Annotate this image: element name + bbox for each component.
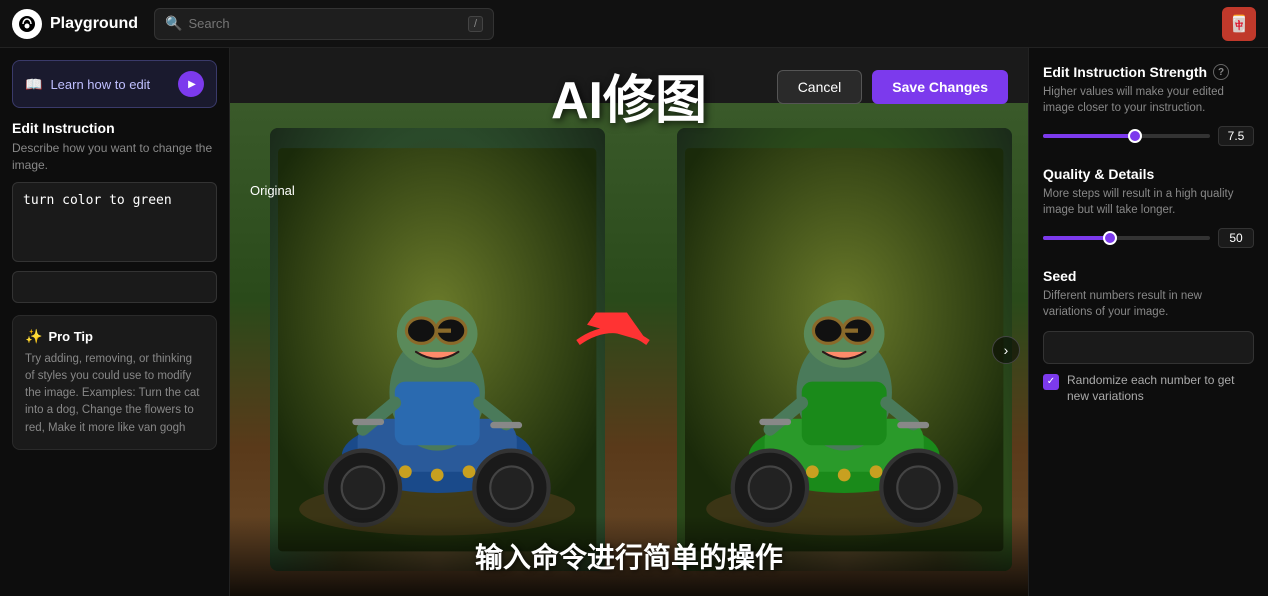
- seed-input[interactable]: [1043, 331, 1254, 364]
- btn-group: Cancel Save Changes: [777, 70, 1008, 104]
- chevron-right-button[interactable]: ›: [992, 336, 1020, 364]
- learn-btn-left: 📖 Learn how to edit: [25, 76, 150, 93]
- search-icon: 🔍: [165, 15, 182, 32]
- randomize-checkbox[interactable]: ✓: [1043, 374, 1059, 390]
- bottom-chinese-text: 输入命令进行简单的操作: [475, 542, 783, 573]
- avatar-button[interactable]: 🀄: [1222, 7, 1256, 41]
- image-container: Original: [230, 103, 1028, 596]
- instruction-textarea[interactable]: turn color to green: [12, 182, 217, 262]
- pro-tip-title: ✨ Pro Tip: [25, 328, 204, 345]
- pro-tip-box: ✨ Pro Tip Try adding, removing, or think…: [12, 315, 217, 450]
- seed-title: Seed: [1043, 268, 1254, 284]
- quality-slider-thumb[interactable]: [1103, 231, 1117, 245]
- save-changes-button[interactable]: Save Changes: [872, 70, 1008, 104]
- quality-slider-fill: [1043, 236, 1110, 240]
- cancel-button[interactable]: Cancel: [777, 70, 863, 104]
- strength-desc: Higher values will make your edited imag…: [1043, 84, 1254, 116]
- original-label: Original: [250, 183, 295, 198]
- frog-blue-scene: [270, 128, 605, 572]
- search-bar[interactable]: 🔍 /: [154, 8, 494, 40]
- edit-instruction-title: Edit Instruction: [12, 120, 217, 136]
- quality-title: Quality & Details: [1043, 166, 1254, 182]
- seed-desc: Different numbers result in new variatio…: [1043, 288, 1254, 320]
- strength-value: 7.5: [1218, 126, 1254, 146]
- edit-instruction-section: Edit Instruction Describe how you want t…: [12, 120, 217, 303]
- strength-slider-container: 7.5: [1043, 126, 1254, 146]
- learn-how-to-edit-button[interactable]: 📖 Learn how to edit ▶: [12, 60, 217, 108]
- right-sidebar: Edit Instruction Strength ? Higher value…: [1028, 48, 1268, 596]
- logo-area: Playground: [12, 9, 138, 39]
- strength-slider-fill: [1043, 134, 1135, 138]
- main-layout: 📖 Learn how to edit ▶ Edit Instruction D…: [0, 48, 1268, 596]
- strength-info-icon[interactable]: ?: [1213, 64, 1229, 80]
- bike-right-image: [677, 128, 1012, 572]
- search-input[interactable]: [188, 16, 462, 31]
- quality-slider-track[interactable]: [1043, 236, 1210, 240]
- seed-section: Seed Different numbers result in new var…: [1043, 268, 1254, 405]
- edit-instruction-desc: Describe how you want to change the imag…: [12, 140, 217, 174]
- bottom-overlay: 输入命令进行简单的操作: [230, 516, 1028, 596]
- learn-btn-label: Learn how to edit: [50, 77, 150, 92]
- bike-left-image: [270, 128, 605, 572]
- topnav: Playground 🔍 / 🀄: [0, 0, 1268, 48]
- star-icon: ✨: [25, 328, 42, 345]
- logo-text: Playground: [50, 15, 138, 33]
- center-panel: AI修图 Cancel Save Changes Original: [230, 48, 1028, 596]
- extra-input[interactable]: [12, 271, 217, 303]
- bikes-wrapper: Original: [230, 103, 1028, 596]
- quality-slider-container: 50: [1043, 228, 1254, 248]
- quality-section: Quality & Details More steps will result…: [1043, 166, 1254, 248]
- search-shortcut: /: [468, 16, 483, 32]
- frog-green-scene: [677, 128, 1012, 572]
- strength-title: Edit Instruction Strength ?: [1043, 64, 1254, 80]
- randomize-label: Randomize each number to get new variati…: [1067, 372, 1254, 406]
- arrow-overlay: [573, 312, 653, 387]
- strength-slider-thumb[interactable]: [1128, 129, 1142, 143]
- quality-value: 50: [1218, 228, 1254, 248]
- strength-slider-track[interactable]: [1043, 134, 1210, 138]
- strength-section: Edit Instruction Strength ? Higher value…: [1043, 64, 1254, 146]
- randomize-row: ✓ Randomize each number to get new varia…: [1043, 372, 1254, 406]
- pro-tip-text: Try adding, removing, or thinking of sty…: [25, 351, 204, 437]
- center-title: AI修图: [551, 58, 707, 133]
- quality-desc: More steps will result in a high quality…: [1043, 186, 1254, 218]
- learn-play-icon: ▶: [178, 71, 204, 97]
- left-sidebar: 📖 Learn how to edit ▶ Edit Instruction D…: [0, 48, 230, 596]
- nav-right: 🀄: [1222, 7, 1256, 41]
- book-icon: 📖: [25, 76, 42, 93]
- logo-icon: [12, 9, 42, 39]
